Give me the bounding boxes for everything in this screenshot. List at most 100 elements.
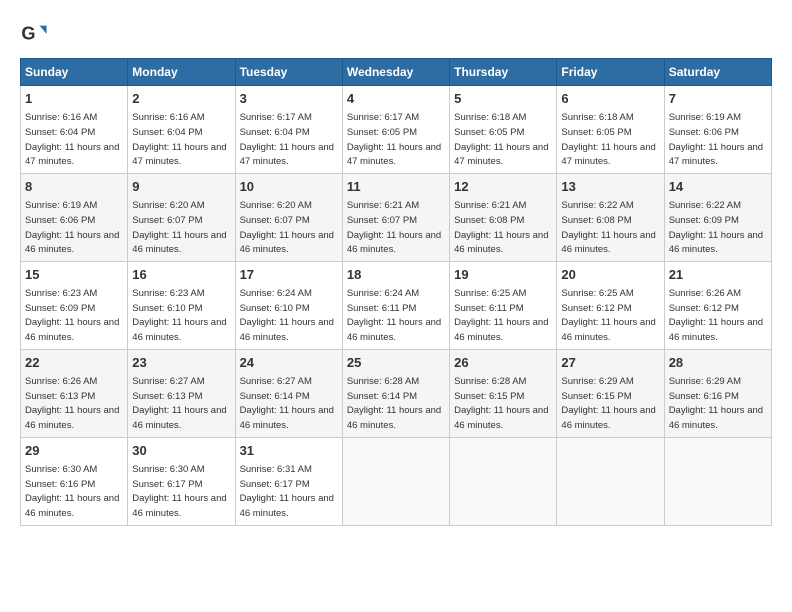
day-number: 23 <box>132 354 230 372</box>
calendar-day-cell: 26 Sunrise: 6:28 AMSunset: 6:15 PMDaylig… <box>450 349 557 437</box>
day-info: Sunrise: 6:16 AMSunset: 6:04 PMDaylight:… <box>132 112 226 167</box>
calendar-day-cell: 28 Sunrise: 6:29 AMSunset: 6:16 PMDaylig… <box>664 349 771 437</box>
empty-cell <box>342 437 449 525</box>
day-number: 14 <box>669 178 767 196</box>
calendar-table: SundayMondayTuesdayWednesdayThursdayFrid… <box>20 58 772 526</box>
day-number: 6 <box>561 90 659 108</box>
day-number: 29 <box>25 442 123 460</box>
day-number: 18 <box>347 266 445 284</box>
day-of-week-header: Saturday <box>664 59 771 86</box>
day-info: Sunrise: 6:24 AMSunset: 6:11 PMDaylight:… <box>347 288 441 343</box>
day-number: 4 <box>347 90 445 108</box>
day-number: 20 <box>561 266 659 284</box>
day-info: Sunrise: 6:27 AMSunset: 6:13 PMDaylight:… <box>132 376 226 431</box>
calendar-day-cell: 29 Sunrise: 6:30 AMSunset: 6:16 PMDaylig… <box>21 437 128 525</box>
day-info: Sunrise: 6:28 AMSunset: 6:14 PMDaylight:… <box>347 376 441 431</box>
day-info: Sunrise: 6:28 AMSunset: 6:15 PMDaylight:… <box>454 376 548 431</box>
day-info: Sunrise: 6:29 AMSunset: 6:15 PMDaylight:… <box>561 376 655 431</box>
day-number: 10 <box>240 178 338 196</box>
day-info: Sunrise: 6:23 AMSunset: 6:10 PMDaylight:… <box>132 288 226 343</box>
day-number: 28 <box>669 354 767 372</box>
day-number: 31 <box>240 442 338 460</box>
calendar-day-cell: 12 Sunrise: 6:21 AMSunset: 6:08 PMDaylig… <box>450 173 557 261</box>
day-number: 17 <box>240 266 338 284</box>
day-of-week-header: Sunday <box>21 59 128 86</box>
calendar-day-cell: 23 Sunrise: 6:27 AMSunset: 6:13 PMDaylig… <box>128 349 235 437</box>
day-number: 12 <box>454 178 552 196</box>
logo-icon: G <box>20 20 48 48</box>
day-info: Sunrise: 6:27 AMSunset: 6:14 PMDaylight:… <box>240 376 334 431</box>
day-of-week-header: Tuesday <box>235 59 342 86</box>
day-info: Sunrise: 6:31 AMSunset: 6:17 PMDaylight:… <box>240 464 334 519</box>
day-number: 22 <box>25 354 123 372</box>
day-number: 11 <box>347 178 445 196</box>
day-info: Sunrise: 6:22 AMSunset: 6:08 PMDaylight:… <box>561 200 655 255</box>
day-info: Sunrise: 6:26 AMSunset: 6:12 PMDaylight:… <box>669 288 763 343</box>
day-number: 8 <box>25 178 123 196</box>
day-info: Sunrise: 6:18 AMSunset: 6:05 PMDaylight:… <box>561 112 655 167</box>
calendar-day-cell: 31 Sunrise: 6:31 AMSunset: 6:17 PMDaylig… <box>235 437 342 525</box>
calendar-day-cell: 27 Sunrise: 6:29 AMSunset: 6:15 PMDaylig… <box>557 349 664 437</box>
day-info: Sunrise: 6:30 AMSunset: 6:16 PMDaylight:… <box>25 464 119 519</box>
calendar-day-cell: 13 Sunrise: 6:22 AMSunset: 6:08 PMDaylig… <box>557 173 664 261</box>
day-number: 27 <box>561 354 659 372</box>
calendar-day-cell: 4 Sunrise: 6:17 AMSunset: 6:05 PMDayligh… <box>342 86 449 174</box>
day-of-week-header: Wednesday <box>342 59 449 86</box>
day-info: Sunrise: 6:22 AMSunset: 6:09 PMDaylight:… <box>669 200 763 255</box>
calendar-day-cell: 2 Sunrise: 6:16 AMSunset: 6:04 PMDayligh… <box>128 86 235 174</box>
svg-text:G: G <box>21 24 35 44</box>
day-info: Sunrise: 6:17 AMSunset: 6:04 PMDaylight:… <box>240 112 334 167</box>
day-number: 19 <box>454 266 552 284</box>
day-info: Sunrise: 6:26 AMSunset: 6:13 PMDaylight:… <box>25 376 119 431</box>
day-info: Sunrise: 6:29 AMSunset: 6:16 PMDaylight:… <box>669 376 763 431</box>
calendar-day-cell: 5 Sunrise: 6:18 AMSunset: 6:05 PMDayligh… <box>450 86 557 174</box>
day-info: Sunrise: 6:30 AMSunset: 6:17 PMDaylight:… <box>132 464 226 519</box>
day-info: Sunrise: 6:21 AMSunset: 6:07 PMDaylight:… <box>347 200 441 255</box>
calendar-day-cell: 6 Sunrise: 6:18 AMSunset: 6:05 PMDayligh… <box>557 86 664 174</box>
calendar-day-cell: 9 Sunrise: 6:20 AMSunset: 6:07 PMDayligh… <box>128 173 235 261</box>
day-number: 13 <box>561 178 659 196</box>
calendar-day-cell: 20 Sunrise: 6:25 AMSunset: 6:12 PMDaylig… <box>557 261 664 349</box>
day-of-week-header: Thursday <box>450 59 557 86</box>
logo: G <box>20 20 52 48</box>
calendar-day-cell: 19 Sunrise: 6:25 AMSunset: 6:11 PMDaylig… <box>450 261 557 349</box>
day-info: Sunrise: 6:25 AMSunset: 6:11 PMDaylight:… <box>454 288 548 343</box>
empty-cell <box>557 437 664 525</box>
day-info: Sunrise: 6:18 AMSunset: 6:05 PMDaylight:… <box>454 112 548 167</box>
calendar-day-cell: 25 Sunrise: 6:28 AMSunset: 6:14 PMDaylig… <box>342 349 449 437</box>
day-number: 25 <box>347 354 445 372</box>
day-info: Sunrise: 6:16 AMSunset: 6:04 PMDaylight:… <box>25 112 119 167</box>
day-of-week-header: Friday <box>557 59 664 86</box>
day-number: 16 <box>132 266 230 284</box>
day-number: 26 <box>454 354 552 372</box>
day-info: Sunrise: 6:25 AMSunset: 6:12 PMDaylight:… <box>561 288 655 343</box>
day-number: 3 <box>240 90 338 108</box>
day-of-week-header: Monday <box>128 59 235 86</box>
day-info: Sunrise: 6:20 AMSunset: 6:07 PMDaylight:… <box>132 200 226 255</box>
calendar-day-cell: 15 Sunrise: 6:23 AMSunset: 6:09 PMDaylig… <box>21 261 128 349</box>
calendar-day-cell: 17 Sunrise: 6:24 AMSunset: 6:10 PMDaylig… <box>235 261 342 349</box>
calendar-day-cell: 16 Sunrise: 6:23 AMSunset: 6:10 PMDaylig… <box>128 261 235 349</box>
calendar-day-cell: 10 Sunrise: 6:20 AMSunset: 6:07 PMDaylig… <box>235 173 342 261</box>
day-number: 7 <box>669 90 767 108</box>
day-number: 24 <box>240 354 338 372</box>
day-info: Sunrise: 6:19 AMSunset: 6:06 PMDaylight:… <box>25 200 119 255</box>
day-info: Sunrise: 6:21 AMSunset: 6:08 PMDaylight:… <box>454 200 548 255</box>
empty-cell <box>664 437 771 525</box>
calendar-day-cell: 22 Sunrise: 6:26 AMSunset: 6:13 PMDaylig… <box>21 349 128 437</box>
day-number: 5 <box>454 90 552 108</box>
day-number: 21 <box>669 266 767 284</box>
day-number: 2 <box>132 90 230 108</box>
empty-cell <box>450 437 557 525</box>
day-info: Sunrise: 6:19 AMSunset: 6:06 PMDaylight:… <box>669 112 763 167</box>
calendar-day-cell: 21 Sunrise: 6:26 AMSunset: 6:12 PMDaylig… <box>664 261 771 349</box>
calendar-day-cell: 7 Sunrise: 6:19 AMSunset: 6:06 PMDayligh… <box>664 86 771 174</box>
calendar-day-cell: 30 Sunrise: 6:30 AMSunset: 6:17 PMDaylig… <box>128 437 235 525</box>
day-number: 15 <box>25 266 123 284</box>
day-info: Sunrise: 6:24 AMSunset: 6:10 PMDaylight:… <box>240 288 334 343</box>
day-number: 9 <box>132 178 230 196</box>
calendar-day-cell: 11 Sunrise: 6:21 AMSunset: 6:07 PMDaylig… <box>342 173 449 261</box>
calendar-day-cell: 14 Sunrise: 6:22 AMSunset: 6:09 PMDaylig… <box>664 173 771 261</box>
page-header: G <box>20 20 772 48</box>
calendar-day-cell: 3 Sunrise: 6:17 AMSunset: 6:04 PMDayligh… <box>235 86 342 174</box>
